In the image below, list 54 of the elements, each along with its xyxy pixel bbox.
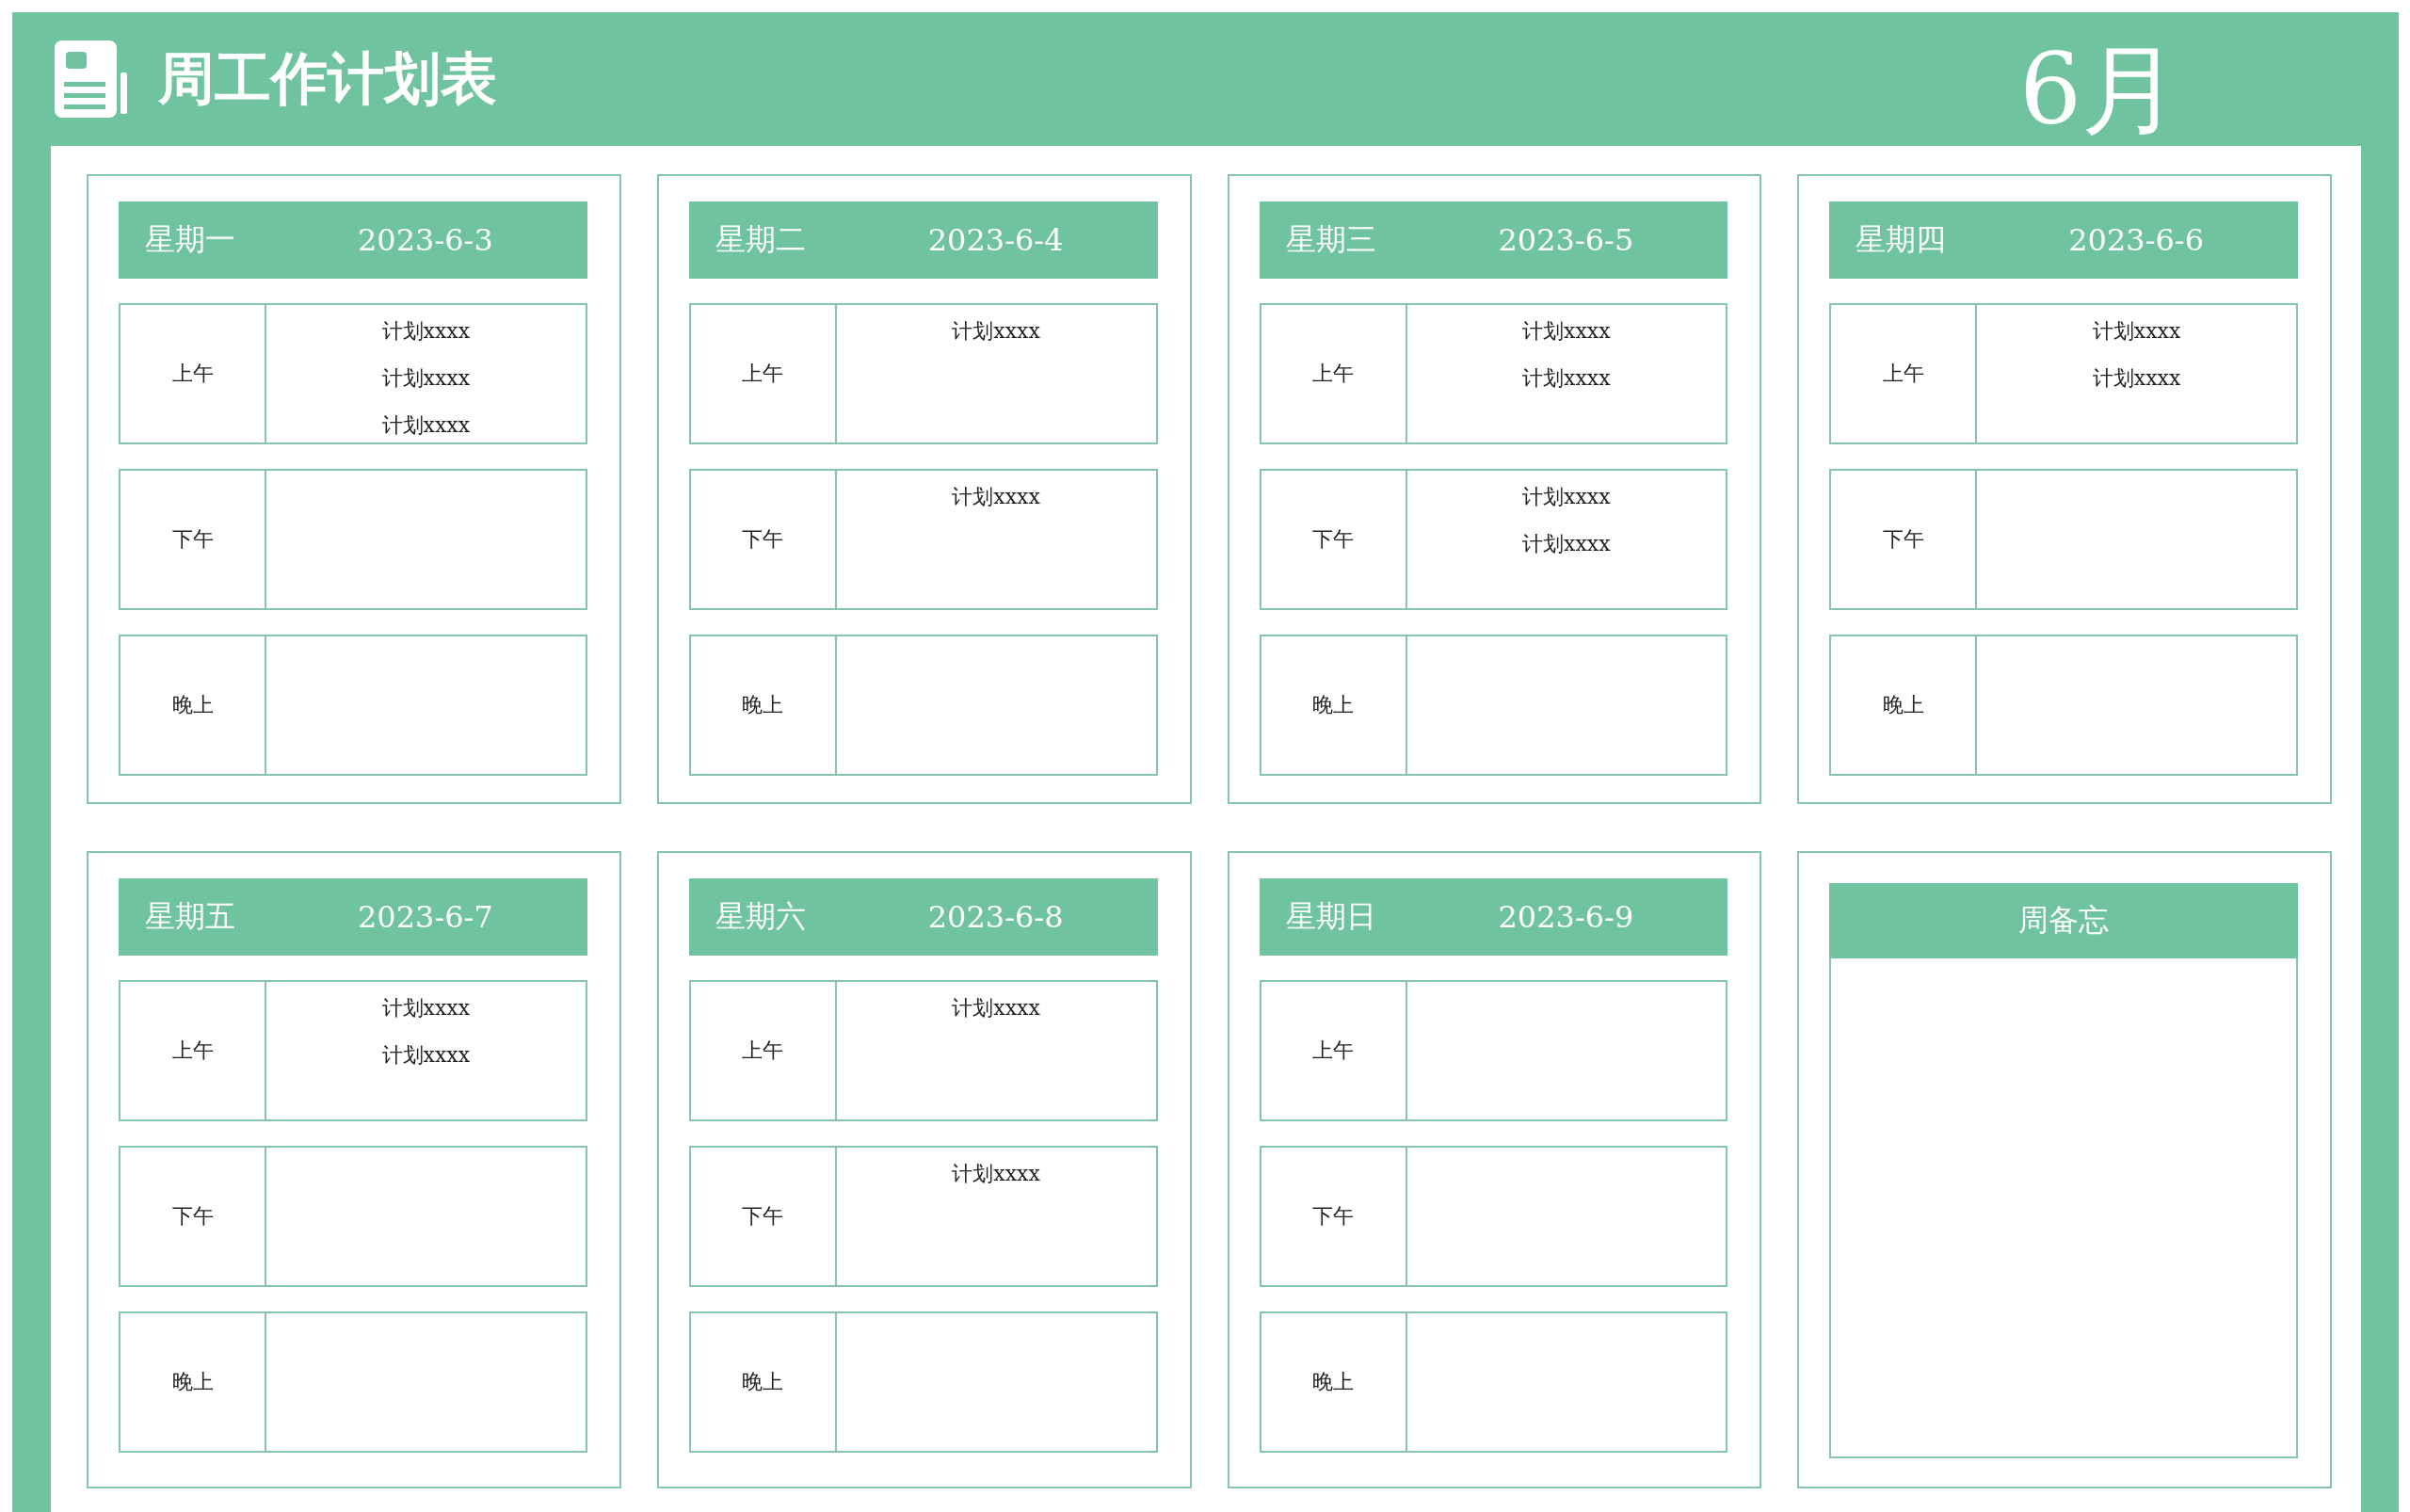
time-slot-cell: 晚上 [120,1313,266,1451]
plan-item: 计划xxxx [1522,531,1611,557]
date-label: 2023-6-5 [1498,222,1634,258]
weekday-label: 星期三 [1285,220,1377,259]
page-title: 周工作计划表 [158,43,497,113]
time-slot-cell: 上午 [120,305,266,442]
plan-item: 计划xxxx [381,995,471,1021]
time-slot-cell: 下午 [1261,471,1407,608]
weekday-label: 星期一 [145,220,236,259]
date-label: 2023-6-6 [2068,222,2205,258]
time-slot-cell: 上午 [690,982,837,1119]
time-slot-cell: 下午 [690,471,837,608]
time-slot-cell: 上午 [1261,305,1407,442]
weekday-label: 星期二 [715,220,807,259]
time-slot-cell: 下午 [120,471,266,608]
weekday-label: 星期六 [715,897,807,936]
month-label: 6月 [2019,31,2180,149]
time-slot-cell: 晚上 [690,636,837,774]
plan-item: 计划xxxx [1522,484,1611,510]
document-icon [55,40,130,118]
time-slot-cell: 上午 [1261,982,1407,1119]
plan-item: 计划xxxx [381,365,471,392]
date-label: 2023-6-4 [927,222,1064,258]
time-slot-cell: 晚上 [690,1313,837,1451]
date-label: 2023-6-9 [1498,899,1634,935]
date-label: 2023-6-7 [358,899,493,935]
weekday-label: 星期五 [145,897,236,936]
time-slot-cell: 上午 [120,982,266,1119]
plan-item: 计划xxxx [952,1161,1040,1187]
weekday-label: 星期日 [1285,897,1377,936]
weekday-label: 星期四 [1856,220,1948,259]
time-slot-cell: 下午 [690,1148,837,1285]
plan-item: 计划xxxx [2092,365,2181,392]
plan-item: 计划xxxx [1522,365,1611,392]
time-slot-cell: 下午 [1831,471,1978,608]
date-label: 2023-6-3 [358,222,493,258]
memo-header: 周备忘 [1829,883,2298,958]
plan-item: 计划xxxx [381,1042,471,1069]
plan-item: 计划xxxx [952,484,1040,510]
plan-item: 计划xxxx [381,412,471,439]
plan-item: 计划xxxx [1522,318,1611,345]
plan-item: 计划xxxx [381,318,471,345]
time-slot-cell: 晚上 [120,636,266,774]
plan-item: 计划xxxx [952,995,1040,1021]
time-slot-cell: 晚上 [1261,636,1407,774]
date-label: 2023-6-8 [927,899,1064,935]
time-slot-cell: 下午 [120,1148,266,1285]
plan-item: 计划xxxx [2092,318,2181,345]
plan-item: 计划xxxx [952,318,1040,345]
time-slot-cell: 下午 [1261,1148,1407,1285]
time-slot-cell: 上午 [1831,305,1978,442]
time-slot-cell: 晚上 [1261,1313,1407,1451]
time-slot-cell: 晚上 [1831,636,1978,774]
time-slot-cell: 上午 [690,305,837,442]
